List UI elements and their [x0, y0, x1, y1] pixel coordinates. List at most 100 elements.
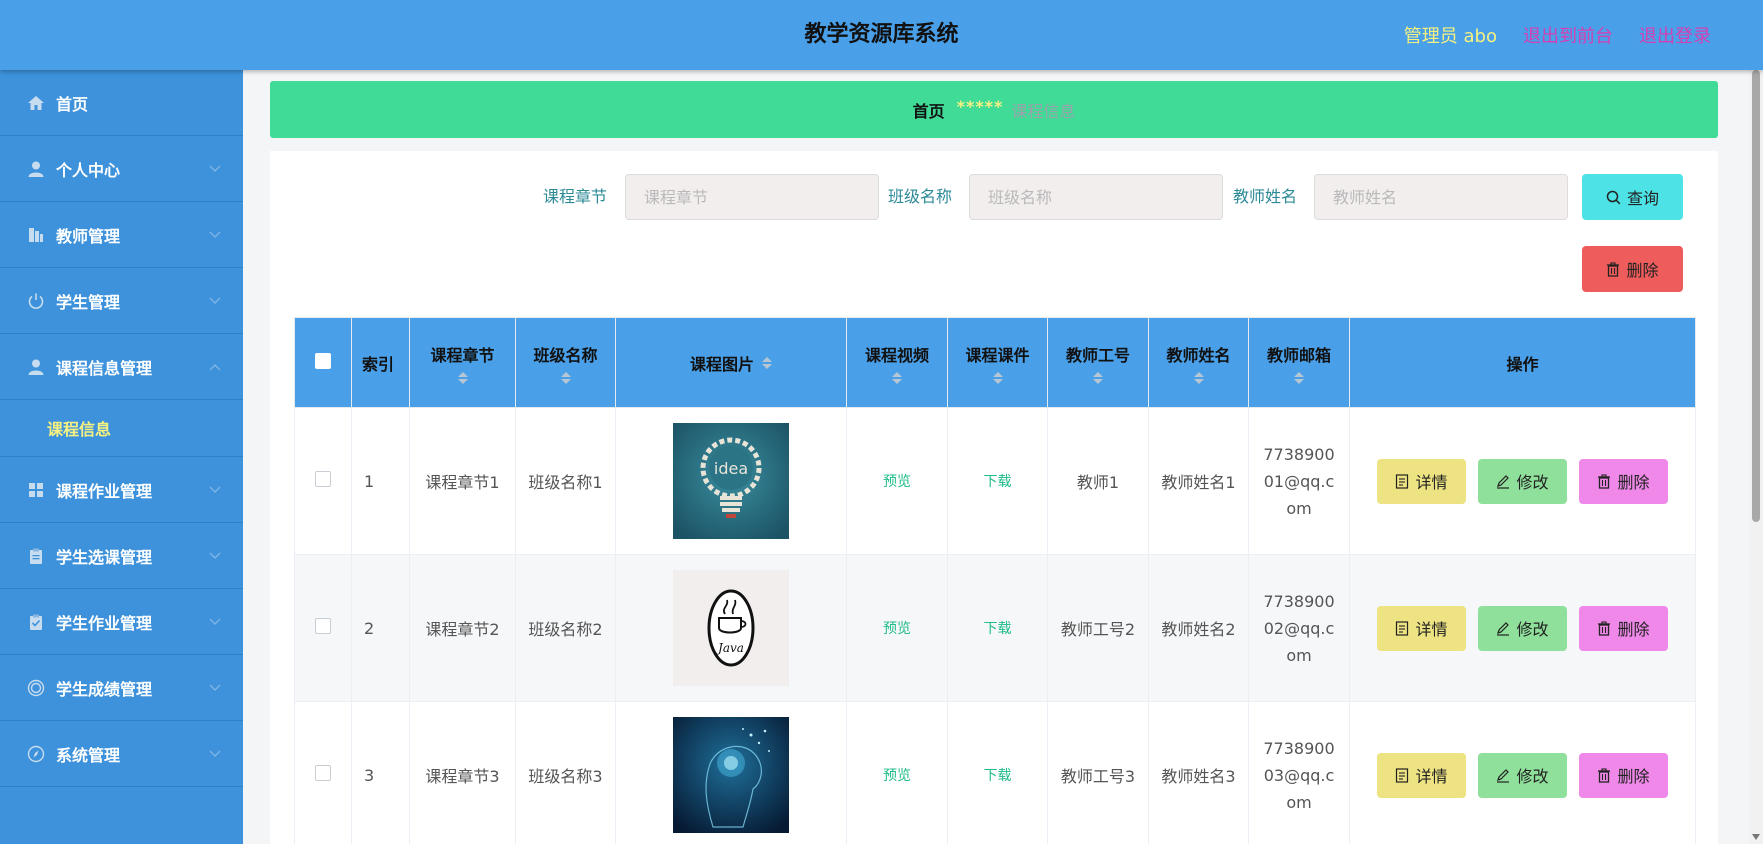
email-text: 773890002@qq.com	[1263, 591, 1335, 665]
edit-button[interactable]: 修改	[1478, 458, 1567, 504]
sidebar-item-system-management[interactable]: 系统管理	[0, 721, 243, 787]
compass-icon	[27, 745, 45, 763]
delete-button[interactable]: 删除	[1579, 605, 1668, 651]
power-icon	[27, 292, 45, 310]
column-header-image[interactable]: 课程图片	[615, 317, 847, 408]
main-content: 首页 ***** 课程信息 课程章节 班级名称 教师姓名 查询 删除	[243, 70, 1749, 844]
sidebar-item-course-selection-management[interactable]: 学生选课管理	[0, 523, 243, 589]
scrollbar-thumb[interactable]	[1752, 70, 1760, 522]
ai-head-image[interactable]	[673, 717, 789, 833]
video-preview-link[interactable]: 预览	[883, 768, 911, 784]
breadcrumb-home[interactable]: 首页	[913, 98, 945, 122]
column-header-email[interactable]: 教师邮箱	[1248, 317, 1350, 408]
sidebar-subitem-course-info[interactable]: 课程信息	[0, 400, 243, 457]
class-label: 班级名称	[888, 187, 953, 206]
courseware-download-link[interactable]: 下载	[984, 621, 1012, 637]
sort-icon	[762, 356, 772, 369]
column-header-courseware[interactable]: 课程课件	[947, 317, 1048, 408]
logout-link[interactable]: 退出登录	[1639, 22, 1711, 48]
scroll-down-arrow-icon[interactable]	[1752, 834, 1760, 840]
row-checkbox[interactable]	[315, 471, 331, 487]
sidebar-item-student-homework-management[interactable]: 学生作业管理	[0, 589, 243, 655]
column-header-teacher-name[interactable]: 教师姓名	[1148, 317, 1249, 408]
pencil-icon	[1497, 474, 1510, 489]
breadcrumb-separator: *****	[956, 97, 1004, 116]
column-header-class[interactable]: 班级名称	[515, 317, 616, 408]
edit-label: 修改	[1516, 767, 1549, 786]
pencil-icon	[1497, 621, 1510, 636]
courseware-cell: 下载	[947, 701, 1048, 844]
teacher-label: 教师姓名	[1233, 187, 1298, 206]
detail-button[interactable]: 详情	[1377, 752, 1466, 798]
column-header-label: 课程视频	[864, 345, 929, 365]
courseware-download-link[interactable]: 下载	[984, 768, 1012, 784]
courseware-cell: 下载	[947, 554, 1048, 702]
index-cell: 1	[351, 407, 410, 555]
edit-button[interactable]: 修改	[1478, 605, 1567, 651]
svg-text:Java: Java	[715, 641, 744, 655]
pencil-icon	[1497, 768, 1510, 783]
idea-bulb-image[interactable]: idea	[673, 423, 789, 539]
courseware-download-link[interactable]: 下载	[984, 474, 1012, 490]
search-icon	[1606, 190, 1621, 204]
column-header-video[interactable]: 课程视频	[846, 317, 948, 408]
index-cell: 2	[351, 554, 410, 702]
column-header-teacher-id[interactable]: 教师工号	[1047, 317, 1149, 408]
sidebar-item-label: 学生作业管理	[56, 613, 153, 633]
trash-icon	[1598, 473, 1611, 489]
class-cell: 班级名称2	[515, 554, 616, 702]
sidebar-item-teacher-management[interactable]: 教师管理	[0, 202, 243, 268]
delete-button[interactable]: 删除	[1579, 458, 1668, 504]
detail-label: 详情	[1415, 473, 1448, 492]
search-button[interactable]: 查询	[1582, 174, 1683, 220]
trash-icon	[1607, 261, 1620, 277]
row-checkbox[interactable]	[315, 765, 331, 781]
sidebar-item-home[interactable]: 首页	[0, 70, 243, 136]
breadcrumb-current: 课程信息	[1011, 101, 1076, 121]
column-header-actions: 操作	[1349, 317, 1696, 408]
sidebar-item-student-grade-management[interactable]: 学生成绩管理	[0, 655, 243, 721]
video-preview-link[interactable]: 预览	[883, 621, 911, 637]
delete-label: 删除	[1617, 620, 1650, 639]
sidebar-item-label: 课程作业管理	[56, 481, 153, 501]
clipboard-check-icon	[27, 613, 45, 631]
java-logo-image[interactable]: Java	[673, 570, 789, 686]
column-header-label: 课程图片	[689, 354, 754, 374]
sidebar-item-course-homework-management[interactable]: 课程作业管理	[0, 457, 243, 523]
sidebar-item-label: 学生成绩管理	[56, 679, 153, 699]
class-search-input[interactable]	[969, 174, 1223, 220]
batch-delete-button[interactable]: 删除	[1582, 246, 1683, 292]
delete-button[interactable]: 删除	[1579, 752, 1668, 798]
delete-label: 删除	[1617, 473, 1650, 492]
chevron-down-icon	[209, 297, 221, 304]
detail-button[interactable]: 详情	[1377, 458, 1466, 504]
sidebar-item-label: 系统管理	[56, 745, 121, 765]
courseware-cell: 下载	[947, 407, 1048, 555]
row-checkbox[interactable]	[315, 618, 331, 634]
column-header-label: 教师邮箱	[1266, 345, 1331, 365]
sidebar-item-student-management[interactable]: 学生管理	[0, 268, 243, 334]
row-select-cell	[294, 701, 352, 844]
column-header-label: 教师工号	[1065, 345, 1130, 365]
video-cell: 预览	[846, 554, 948, 702]
sort-icon	[1193, 371, 1204, 384]
class-cell: 班级名称3	[515, 701, 616, 844]
chapter-search-input[interactable]	[625, 174, 879, 220]
select-all-checkbox[interactable]	[315, 352, 331, 369]
chevron-down-icon	[209, 684, 221, 691]
teacher-id-cell: 教师工号3	[1047, 701, 1149, 844]
detail-button[interactable]: 详情	[1377, 605, 1466, 651]
sidebar-item-course-info-management[interactable]: 课程信息管理	[0, 334, 243, 400]
column-header-chapter[interactable]: 课程章节	[409, 317, 516, 408]
back-to-front-link[interactable]: 退出到前台	[1523, 22, 1613, 48]
page-scrollbar[interactable]	[1749, 70, 1763, 844]
edit-button[interactable]: 修改	[1478, 752, 1567, 798]
column-header-label: 班级名称	[533, 345, 598, 365]
video-cell: 预览	[846, 407, 948, 555]
sort-icon	[992, 371, 1003, 384]
teacher-search-input[interactable]	[1314, 174, 1568, 220]
batch-delete-label: 删除	[1626, 261, 1659, 280]
video-preview-link[interactable]: 预览	[883, 474, 911, 490]
column-header-label: 教师姓名	[1166, 345, 1231, 365]
sidebar-item-personal-center[interactable]: 个人中心	[0, 136, 243, 202]
